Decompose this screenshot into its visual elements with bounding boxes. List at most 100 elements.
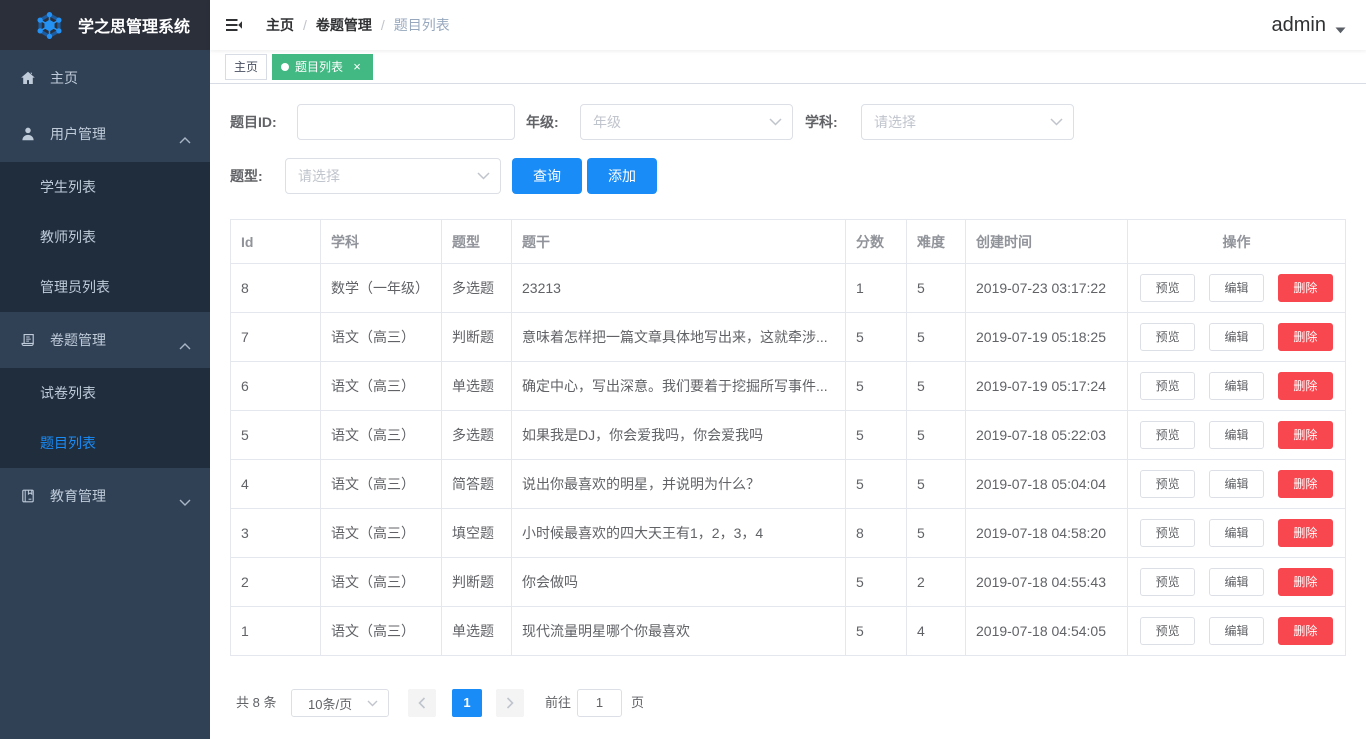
cell-subject: 语文（高三） bbox=[320, 508, 442, 558]
sidebar-item-exam-management[interactable]: 卷题管理 bbox=[0, 312, 210, 368]
cell-subject: 语文（高三） bbox=[320, 312, 442, 362]
breadcrumb-home[interactable]: 主页 bbox=[266, 15, 294, 35]
cell-score: 1 bbox=[845, 263, 907, 313]
prev-page-button[interactable] bbox=[408, 689, 436, 717]
breadcrumb: 主页 / 卷题管理 / 题目列表 bbox=[266, 15, 450, 35]
question-type-select[interactable]: 请选择 bbox=[285, 158, 501, 194]
breadcrumb-separator: / bbox=[303, 17, 307, 33]
sidebar-item-label: 用户管理 bbox=[50, 126, 106, 142]
cell-actions: 预览 编辑 删除 bbox=[1127, 508, 1346, 558]
chevron-down-icon bbox=[769, 118, 782, 126]
cell-type: 简答题 bbox=[441, 459, 512, 509]
table-row: 7 语文（高三） 判断题 意味着怎样把一篇文章具体地写出来，这就牵涉... 5 … bbox=[230, 312, 1346, 362]
query-button[interactable]: 查询 bbox=[512, 158, 582, 194]
preview-button[interactable]: 预览 bbox=[1140, 323, 1196, 351]
cell-difficulty: 5 bbox=[906, 459, 966, 509]
logo-icon bbox=[37, 11, 62, 39]
cell-type: 单选题 bbox=[441, 361, 512, 411]
tag-home[interactable]: 主页 bbox=[225, 53, 268, 80]
column-header-id: Id bbox=[230, 219, 321, 264]
sidebar-item-teacher-list[interactable]: 教师列表 bbox=[0, 212, 210, 262]
table-header-row: Id 学科 题型 题干 分数 难度 创建时间 操作 bbox=[230, 219, 1346, 264]
sidebar-item-question-list[interactable]: 题目列表 bbox=[0, 418, 210, 468]
page-size-value: 10条/页 bbox=[308, 696, 353, 712]
delete-button[interactable]: 删除 bbox=[1277, 372, 1333, 400]
edit-button[interactable]: 编辑 bbox=[1209, 519, 1264, 547]
delete-button[interactable]: 删除 bbox=[1277, 421, 1333, 449]
preview-button[interactable]: 预览 bbox=[1140, 519, 1196, 547]
goto-page-input[interactable] bbox=[577, 689, 622, 717]
delete-button[interactable]: 删除 bbox=[1277, 274, 1333, 302]
cell-score: 8 bbox=[845, 508, 907, 558]
cell-id: 8 bbox=[230, 263, 321, 313]
logo[interactable]: 学之思管理系统 bbox=[0, 0, 210, 50]
add-button[interactable]: 添加 bbox=[587, 158, 657, 194]
navbar: 主页 / 卷题管理 / 题目列表 admin bbox=[210, 0, 1366, 50]
cell-actions: 预览 编辑 删除 bbox=[1127, 410, 1346, 460]
delete-button[interactable]: 删除 bbox=[1277, 470, 1333, 498]
filter-row-1: 题目ID: 年级: 年级 学科: 请选择 bbox=[230, 104, 1346, 140]
next-page-button[interactable] bbox=[496, 689, 524, 717]
subject-select-placeholder: 请选择 bbox=[874, 114, 916, 130]
sidebar-item-home[interactable]: 主页 bbox=[0, 50, 210, 106]
cell-score: 5 bbox=[845, 312, 907, 362]
chevron-right-icon bbox=[506, 697, 514, 709]
content: 题目ID: 年级: 年级 学科: 请选择 题型: 请选择 查询 添加 Id 学科… bbox=[210, 84, 1366, 739]
sidebar-item-label: 主页 bbox=[50, 70, 78, 86]
column-header-type: 题型 bbox=[441, 219, 512, 264]
edit-button[interactable]: 编辑 bbox=[1209, 274, 1264, 302]
edit-button[interactable]: 编辑 bbox=[1209, 421, 1264, 449]
subject-select[interactable]: 请选择 bbox=[861, 104, 1074, 140]
cell-difficulty: 4 bbox=[906, 606, 966, 656]
delete-button[interactable]: 删除 bbox=[1277, 519, 1333, 547]
sidebar-item-admin-list[interactable]: 管理员列表 bbox=[0, 262, 210, 312]
column-header-subject: 学科 bbox=[320, 219, 442, 264]
edit-button[interactable]: 编辑 bbox=[1209, 568, 1264, 596]
breadcrumb-exam-management[interactable]: 卷题管理 bbox=[316, 15, 372, 35]
delete-button[interactable]: 删除 bbox=[1277, 323, 1333, 351]
cell-actions: 预览 编辑 删除 bbox=[1127, 263, 1346, 313]
tag-active-dot bbox=[281, 62, 290, 71]
question-id-input[interactable] bbox=[297, 104, 515, 140]
page-size-select[interactable]: 10条/页 bbox=[291, 689, 389, 717]
preview-button[interactable]: 预览 bbox=[1140, 421, 1196, 449]
preview-button[interactable]: 预览 bbox=[1140, 568, 1196, 596]
close-icon[interactable]: × bbox=[350, 60, 364, 73]
cell-difficulty: 2 bbox=[906, 557, 966, 607]
user-dropdown[interactable]: admin bbox=[1272, 0, 1346, 50]
sidebar-item-education-management[interactable]: 教育管理 bbox=[0, 468, 210, 524]
delete-button[interactable]: 删除 bbox=[1277, 568, 1333, 596]
cell-subject: 数学（一年级） bbox=[320, 263, 442, 313]
cell-id: 1 bbox=[230, 606, 321, 656]
preview-button[interactable]: 预览 bbox=[1140, 470, 1196, 498]
cell-difficulty: 5 bbox=[906, 508, 966, 558]
sidebar-item-student-list[interactable]: 学生列表 bbox=[0, 162, 210, 212]
delete-button[interactable]: 删除 bbox=[1277, 617, 1333, 645]
goto-label: 前往 bbox=[545, 695, 572, 710]
edit-button[interactable]: 编辑 bbox=[1209, 470, 1264, 498]
preview-button[interactable]: 预览 bbox=[1140, 617, 1196, 645]
page-number-1[interactable]: 1 bbox=[452, 689, 482, 717]
table-row: 5 语文（高三） 多选题 如果我是DJ，你会爱我吗，你会爱我吗 5 5 2019… bbox=[230, 410, 1346, 460]
cell-subject: 语文（高三） bbox=[320, 410, 442, 460]
username: admin bbox=[1271, 13, 1326, 36]
tag-question-list[interactable]: 题目列表 × bbox=[272, 53, 374, 80]
preview-button[interactable]: 预览 bbox=[1140, 274, 1196, 302]
cell-stem: 如果我是DJ，你会爱我吗，你会爱我吗 bbox=[511, 410, 846, 460]
cell-score: 5 bbox=[845, 606, 907, 656]
column-header-actions: 操作 bbox=[1127, 219, 1346, 264]
chevron-up-icon bbox=[179, 131, 191, 147]
cell-stem: 说出你最喜欢的明星，并说明为什么？ bbox=[511, 459, 846, 509]
grade-select[interactable]: 年级 bbox=[580, 104, 793, 140]
cell-actions: 预览 编辑 删除 bbox=[1127, 459, 1346, 509]
sidebar-item-user-management[interactable]: 用户管理 bbox=[0, 106, 210, 162]
cell-stem: 小时候最喜欢的四大天王有1，2，3，4 bbox=[511, 508, 846, 558]
preview-button[interactable]: 预览 bbox=[1140, 372, 1196, 400]
hamburger-icon[interactable] bbox=[210, 0, 258, 50]
table-row: 8 数学（一年级） 多选题 23213 1 5 2019-07-23 03:17… bbox=[230, 263, 1346, 313]
edit-button[interactable]: 编辑 bbox=[1209, 617, 1264, 645]
chevron-down-icon bbox=[367, 700, 378, 707]
sidebar-item-paper-list[interactable]: 试卷列表 bbox=[0, 368, 210, 418]
edit-button[interactable]: 编辑 bbox=[1209, 323, 1264, 351]
edit-button[interactable]: 编辑 bbox=[1209, 372, 1264, 400]
